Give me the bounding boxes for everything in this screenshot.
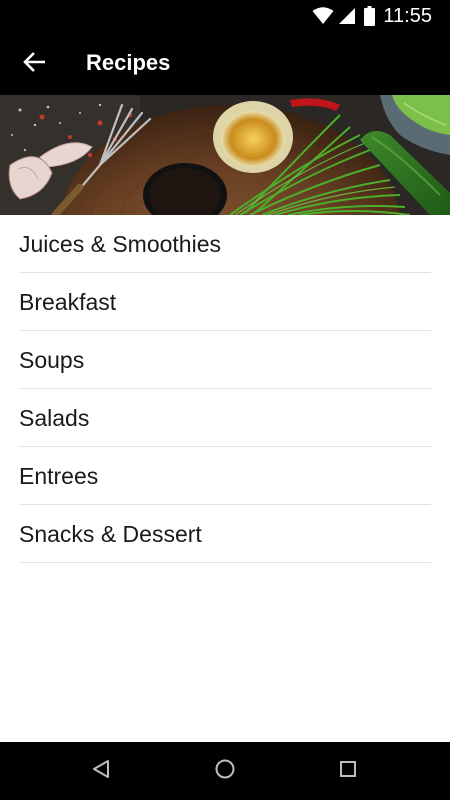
list-item-label: Snacks & Dessert [19,521,202,547]
status-bar: 11:55 [0,0,450,32]
system-nav-bar [0,742,450,800]
battery-icon [364,6,376,26]
wifi-icon [312,7,334,25]
hero-banner [0,95,450,215]
list-item-label: Juices & Smoothies [19,231,221,257]
recents-square-icon [339,760,357,783]
list-item-label: Breakfast [19,289,117,315]
home-circle-icon [214,758,236,785]
list-item-label: Salads [19,405,90,431]
list-item-snacks-dessert[interactable]: Snacks & Dessert [19,505,431,563]
back-button[interactable] [12,42,56,86]
status-time: 11:55 [383,5,432,27]
list-item-entrees[interactable]: Entrees [19,447,431,505]
back-triangle-icon [92,759,110,784]
list-item-label: Soups [19,347,85,373]
signal-icon [338,7,356,25]
list-item-soups[interactable]: Soups [19,331,431,389]
list-item-juices-smoothies[interactable]: Juices & Smoothies [19,215,431,273]
page-title: Recipes [86,50,171,75]
menu-list: Juices & Smoothies Breakfast Soups Salad… [0,215,450,563]
food-banner-image [0,95,450,215]
list-item-breakfast[interactable]: Breakfast [19,273,431,331]
recipe-category-list: Juices & Smoothies Breakfast Soups Salad… [0,215,450,742]
arrow-back-icon [23,51,46,77]
list-item-salads[interactable]: Salads [19,389,431,447]
status-icons: 11:55 [312,5,432,27]
list-item-label: Entrees [19,463,99,489]
nav-back-button[interactable] [86,756,116,786]
nav-recents-button[interactable] [333,756,363,786]
app-bar: Recipes [0,32,450,95]
nav-home-button[interactable] [210,756,240,786]
